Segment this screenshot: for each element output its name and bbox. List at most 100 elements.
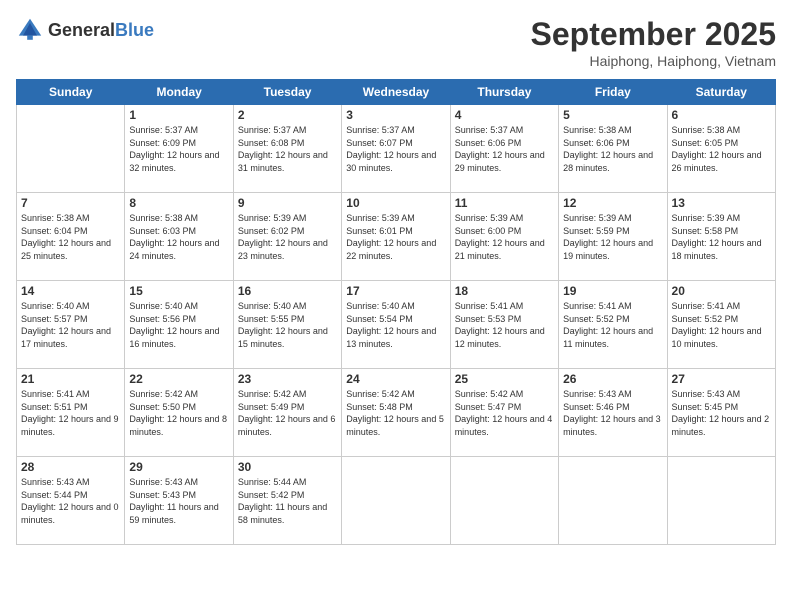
cell-content: Sunrise: 5:39 AMSunset: 6:00 PMDaylight:… — [455, 212, 554, 262]
table-row: 5Sunrise: 5:38 AMSunset: 6:06 PMDaylight… — [559, 105, 667, 193]
cell-content: Sunrise: 5:43 AMSunset: 5:45 PMDaylight:… — [672, 388, 771, 438]
date-number: 10 — [346, 196, 445, 210]
date-number: 30 — [238, 460, 337, 474]
table-row: 4 Sunrise: 5:37 AMSunset: 6:06 PMDaylight… — [450, 105, 558, 193]
date-number: 22 — [129, 372, 228, 386]
cell-content: Sunrise: 5:41 AMSunset: 5:52 PMDaylight:… — [672, 300, 771, 350]
cell-content: Sunrise: 5:40 AMSunset: 5:55 PMDaylight:… — [238, 300, 337, 350]
cell-content: Sunrise: 5:37 AMSunset: 6:08 PMDaylight:… — [238, 124, 337, 174]
week-row-2: 14 Sunrise: 5:40 AMSunset: 5:57 PMDayligh… — [17, 281, 776, 369]
cell-content: Sunrise: 5:43 AMSunset: 5:44 PMDaylight:… — [21, 476, 120, 526]
cell-content: Sunrise: 5:37 AMSunset: 6:07 PMDaylight:… — [346, 124, 445, 174]
table-row: 30 Sunrise: 5:44 AMSunset: 5:42 PMDayligh… — [233, 457, 341, 545]
table-row — [342, 457, 450, 545]
table-row: 26 Sunrise: 5:43 AMSunset: 5:46 PMDayligh… — [559, 369, 667, 457]
cell-content: Sunrise: 5:37 AMSunset: 6:06 PMDaylight:… — [455, 124, 554, 174]
table-row: 16 Sunrise: 5:40 AMSunset: 5:55 PMDayligh… — [233, 281, 341, 369]
cell-content: Sunrise: 5:38 AMSunset: 6:06 PMDaylight:… — [563, 124, 662, 174]
week-row-1: 7Sunrise: 5:38 AMSunset: 6:04 PMDaylight… — [17, 193, 776, 281]
page: GeneralBlue September 2025 Haiphong, Hai… — [0, 0, 792, 612]
cell-content: Sunrise: 5:42 AMSunset: 5:48 PMDaylight:… — [346, 388, 445, 438]
cell-content: Sunrise: 5:39 AMSunset: 5:59 PMDaylight:… — [563, 212, 662, 262]
date-number: 28 — [21, 460, 120, 474]
day-monday: Monday — [125, 80, 233, 105]
table-row: 21Sunrise: 5:41 AMSunset: 5:51 PMDayligh… — [17, 369, 125, 457]
date-number: 14 — [21, 284, 120, 298]
date-number: 21 — [21, 372, 120, 386]
date-number: 4 — [455, 108, 554, 122]
logo: GeneralBlue — [16, 16, 154, 44]
date-number: 8 — [129, 196, 228, 210]
date-number: 20 — [672, 284, 771, 298]
date-number: 19 — [563, 284, 662, 298]
title-section: September 2025 Haiphong, Haiphong, Vietn… — [531, 16, 776, 69]
table-row: 13Sunrise: 5:39 AMSunset: 5:58 PMDayligh… — [667, 193, 775, 281]
table-row: 8 Sunrise: 5:38 AMSunset: 6:03 PMDaylight… — [125, 193, 233, 281]
date-number: 29 — [129, 460, 228, 474]
table-row: 3Sunrise: 5:37 AMSunset: 6:07 PMDaylight… — [342, 105, 450, 193]
day-wednesday: Wednesday — [342, 80, 450, 105]
date-number: 23 — [238, 372, 337, 386]
table-row — [559, 457, 667, 545]
cell-content: Sunrise: 5:43 AMSunset: 5:43 PMDaylight:… — [129, 476, 228, 526]
date-number: 9 — [238, 196, 337, 210]
table-row: 23Sunrise: 5:42 AMSunset: 5:49 PMDayligh… — [233, 369, 341, 457]
table-row: 6 Sunrise: 5:38 AMSunset: 6:05 PMDaylight… — [667, 105, 775, 193]
date-number: 16 — [238, 284, 337, 298]
table-row: 24 Sunrise: 5:42 AMSunset: 5:48 PMDayligh… — [342, 369, 450, 457]
table-row: 25Sunrise: 5:42 AMSunset: 5:47 PMDayligh… — [450, 369, 558, 457]
table-row: 9Sunrise: 5:39 AMSunset: 6:02 PMDaylight… — [233, 193, 341, 281]
date-number: 15 — [129, 284, 228, 298]
cell-content: Sunrise: 5:40 AMSunset: 5:57 PMDaylight:… — [21, 300, 120, 350]
logo-icon — [16, 16, 44, 44]
date-number: 27 — [672, 372, 771, 386]
logo-blue: Blue — [115, 20, 154, 40]
cell-content: Sunrise: 5:40 AMSunset: 5:56 PMDaylight:… — [129, 300, 228, 350]
table-row: 22 Sunrise: 5:42 AMSunset: 5:50 PMDayligh… — [125, 369, 233, 457]
table-row: 2Sunrise: 5:37 AMSunset: 6:08 PMDaylight… — [233, 105, 341, 193]
cell-content: Sunrise: 5:44 AMSunset: 5:42 PMDaylight:… — [238, 476, 337, 526]
day-thursday: Thursday — [450, 80, 558, 105]
date-number: 24 — [346, 372, 445, 386]
cell-content: Sunrise: 5:42 AMSunset: 5:47 PMDaylight:… — [455, 388, 554, 438]
week-row-0: 1Sunrise: 5:37 AMSunset: 6:09 PMDaylight… — [17, 105, 776, 193]
location: Haiphong, Haiphong, Vietnam — [531, 53, 776, 69]
table-row: 14 Sunrise: 5:40 AMSunset: 5:57 PMDayligh… — [17, 281, 125, 369]
header: GeneralBlue September 2025 Haiphong, Hai… — [16, 16, 776, 69]
date-number: 13 — [672, 196, 771, 210]
date-number: 17 — [346, 284, 445, 298]
day-friday: Friday — [559, 80, 667, 105]
table-row: 12 Sunrise: 5:39 AMSunset: 5:59 PMDayligh… — [559, 193, 667, 281]
day-sunday: Sunday — [17, 80, 125, 105]
cell-content: Sunrise: 5:39 AMSunset: 6:01 PMDaylight:… — [346, 212, 445, 262]
date-number: 12 — [563, 196, 662, 210]
table-row — [17, 105, 125, 193]
cell-content: Sunrise: 5:40 AMSunset: 5:54 PMDaylight:… — [346, 300, 445, 350]
table-row: 15 Sunrise: 5:40 AMSunset: 5:56 PMDayligh… — [125, 281, 233, 369]
table-row: 18 Sunrise: 5:41 AMSunset: 5:53 PMDayligh… — [450, 281, 558, 369]
table-row: 11Sunrise: 5:39 AMSunset: 6:00 PMDayligh… — [450, 193, 558, 281]
header-row: Sunday Monday Tuesday Wednesday Thursday… — [17, 80, 776, 105]
date-number: 7 — [21, 196, 120, 210]
date-number: 26 — [563, 372, 662, 386]
table-row — [450, 457, 558, 545]
date-number: 6 — [672, 108, 771, 122]
cell-content: Sunrise: 5:41 AMSunset: 5:52 PMDaylight:… — [563, 300, 662, 350]
calendar-table: Sunday Monday Tuesday Wednesday Thursday… — [16, 79, 776, 545]
table-row: 28 Sunrise: 5:43 AMSunset: 5:44 PMDayligh… — [17, 457, 125, 545]
cell-content: Sunrise: 5:38 AMSunset: 6:03 PMDaylight:… — [129, 212, 228, 262]
cell-content: Sunrise: 5:38 AMSunset: 6:05 PMDaylight:… — [672, 124, 771, 174]
table-row: 17 Sunrise: 5:40 AMSunset: 5:54 PMDayligh… — [342, 281, 450, 369]
table-row: 20 Sunrise: 5:41 AMSunset: 5:52 PMDayligh… — [667, 281, 775, 369]
table-row: 7Sunrise: 5:38 AMSunset: 6:04 PMDaylight… — [17, 193, 125, 281]
cell-content: Sunrise: 5:41 AMSunset: 5:53 PMDaylight:… — [455, 300, 554, 350]
week-row-4: 28 Sunrise: 5:43 AMSunset: 5:44 PMDayligh… — [17, 457, 776, 545]
cell-content: Sunrise: 5:43 AMSunset: 5:46 PMDaylight:… — [563, 388, 662, 438]
date-number: 18 — [455, 284, 554, 298]
table-row: 10 Sunrise: 5:39 AMSunset: 6:01 PMDayligh… — [342, 193, 450, 281]
table-row — [667, 457, 775, 545]
table-row: 1Sunrise: 5:37 AMSunset: 6:09 PMDaylight… — [125, 105, 233, 193]
cell-content: Sunrise: 5:42 AMSunset: 5:50 PMDaylight:… — [129, 388, 228, 438]
table-row: 19 Sunrise: 5:41 AMSunset: 5:52 PMDayligh… — [559, 281, 667, 369]
table-row: 27 Sunrise: 5:43 AMSunset: 5:45 PMDayligh… — [667, 369, 775, 457]
